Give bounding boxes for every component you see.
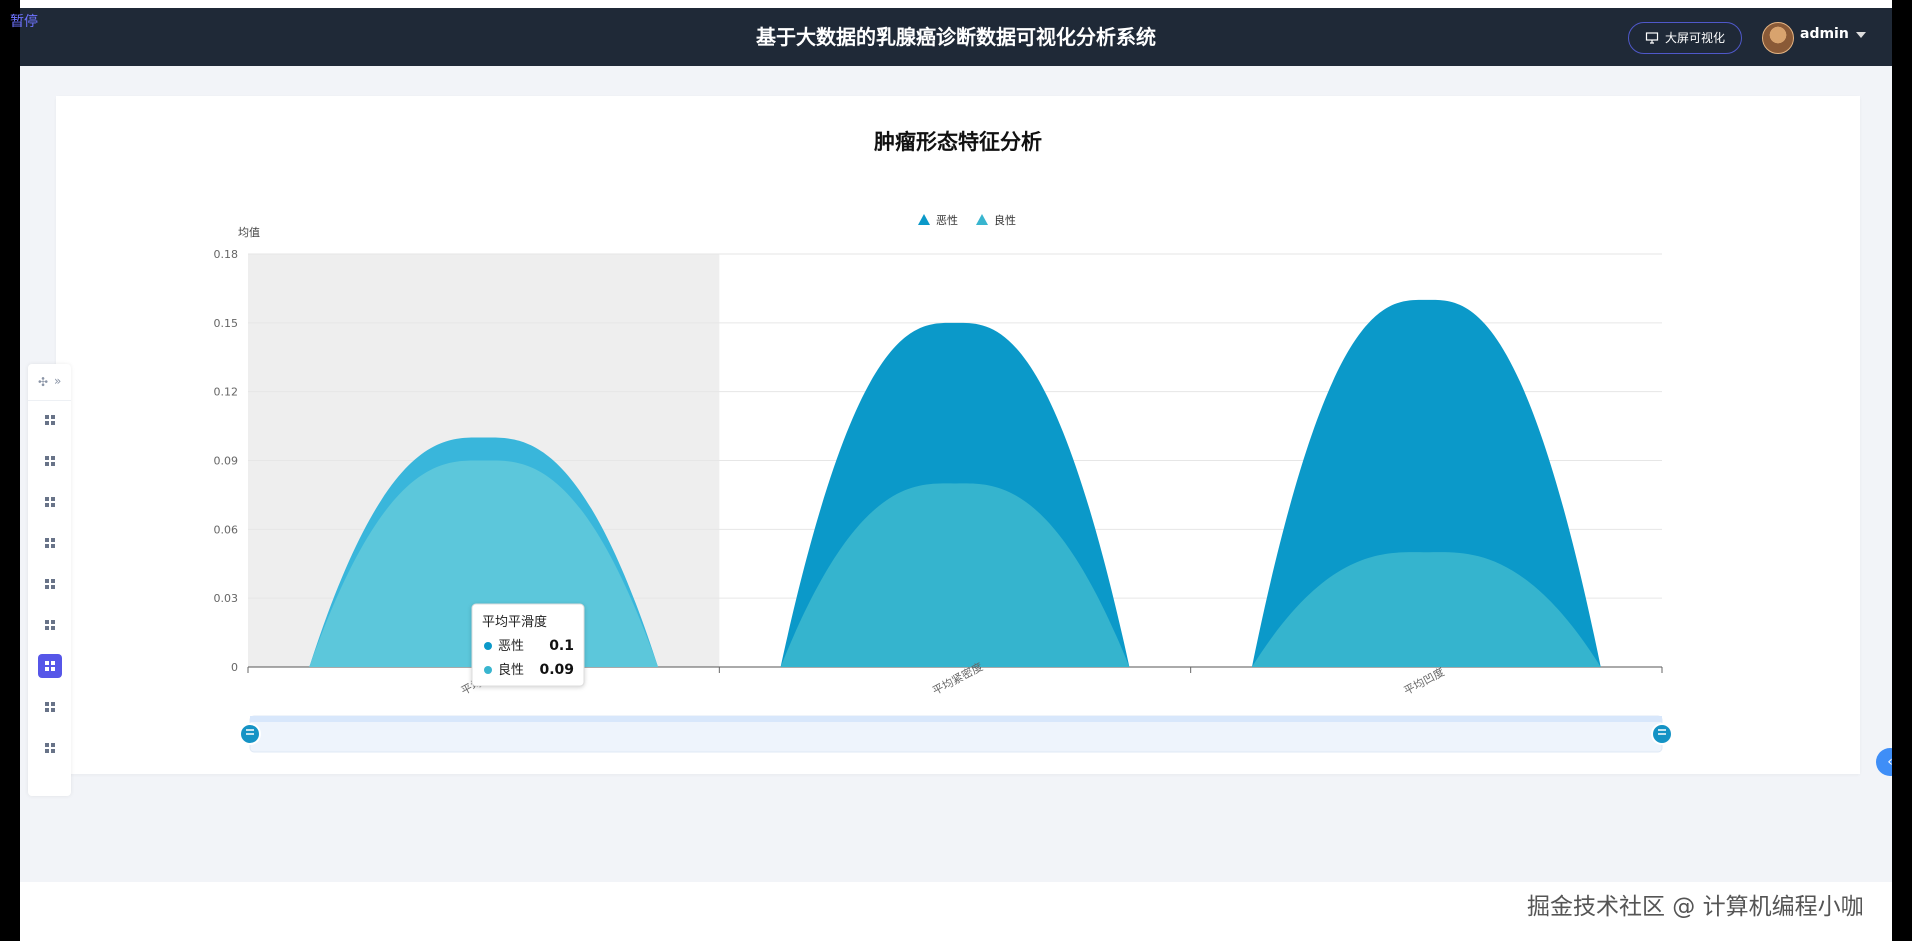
y-tick-label: 0.09 [214, 455, 239, 468]
grid-icon [45, 579, 55, 589]
user-avatar[interactable] [1762, 22, 1794, 54]
content-area: 肿瘤形态特征分析 00.030.060.090.120.150.18均值平均平滑… [20, 66, 1892, 882]
big-screen-button[interactable]: 大屏可视化 [1628, 22, 1743, 54]
top-header: 基于大数据的乳腺癌诊断数据可视化分析系统 大屏可视化 admin [20, 8, 1892, 66]
tooltip-series-value: 0.1 [549, 638, 574, 654]
y-tick-label: 0 [231, 661, 238, 674]
chevron-down-icon[interactable] [1856, 32, 1866, 38]
grid-icon [45, 456, 55, 466]
grid-icon [45, 620, 55, 630]
sidebar-tool-7[interactable] [38, 654, 62, 678]
legend-label: 良性 [994, 213, 1016, 227]
y-tick-label: 0.15 [214, 317, 239, 330]
grid-icon [45, 415, 55, 425]
watermark-text: 掘金技术社区 @ 计算机编程小咖 [1527, 894, 1864, 920]
sidebar-tool-8[interactable] [38, 695, 62, 719]
grid-icon [45, 497, 55, 507]
y-tick-label: 0.12 [214, 386, 239, 399]
double-chevron-right-icon[interactable]: » [54, 374, 61, 388]
grid-icon [45, 743, 55, 753]
grid-icon [45, 661, 55, 671]
legend-marker [918, 214, 930, 225]
tooltip-marker [484, 666, 492, 674]
move-icon[interactable]: ✣ [38, 375, 48, 389]
sidebar-tool-2[interactable] [38, 449, 62, 473]
x-tick-label: 平均凹度 [1401, 665, 1446, 698]
chart-card: 肿瘤形态特征分析 00.030.060.090.120.150.18均值平均平滑… [56, 96, 1860, 774]
tooltip-title: 平均平滑度 [482, 614, 547, 630]
monitor-icon [1645, 32, 1659, 44]
system-title: 基于大数据的乳腺癌诊断数据可视化分析系统 [756, 25, 1156, 49]
legend-label: 恶性 [936, 213, 958, 227]
tooltip-series-value: 0.09 [539, 662, 574, 678]
tooltip-marker [484, 642, 492, 650]
sidebar-tool-6[interactable] [38, 613, 62, 637]
tool-panel-header: ✣ » [28, 364, 71, 401]
tooltip-series-name: 良性 [498, 662, 524, 678]
y-tick-label: 0.06 [214, 523, 239, 536]
tooltip-series-name: 恶性 [498, 639, 524, 654]
sidebar-tool-5[interactable] [38, 572, 62, 596]
username[interactable]: admin [1800, 26, 1849, 42]
legend-marker [976, 214, 988, 225]
pause-label: 暂停 [10, 14, 38, 30]
grid-icon [45, 702, 55, 712]
sidebar-tool-4[interactable] [38, 531, 62, 555]
sidebar-tool-9[interactable] [38, 736, 62, 760]
side-tool-panel: ✣ » [28, 364, 71, 796]
sidebar-tool-1[interactable] [38, 408, 62, 432]
sidebar-tool-3[interactable] [38, 490, 62, 514]
app-screen: 基于大数据的乳腺癌诊断数据可视化分析系统 大屏可视化 admin 肿瘤形态特征分… [20, 0, 1892, 941]
y-tick-label: 0.18 [214, 248, 239, 261]
y-axis-label: 均值 [238, 226, 260, 239]
data-zoom-top-bar [250, 716, 1662, 722]
big-screen-label: 大屏可视化 [1665, 31, 1726, 45]
y-tick-label: 0.03 [214, 592, 239, 605]
grid-icon [45, 538, 55, 548]
chart-svg: 00.030.060.090.120.150.18均值平均平滑度平均紧密度平均凹… [214, 213, 1673, 753]
